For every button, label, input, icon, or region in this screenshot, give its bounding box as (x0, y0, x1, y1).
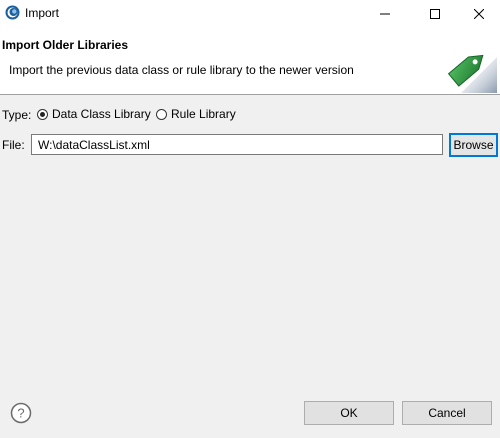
ok-button[interactable]: OK (304, 401, 394, 425)
minimize-button[interactable] (362, 0, 408, 28)
radio-unchecked-icon (156, 108, 167, 120)
help-icon[interactable]: ? (10, 402, 32, 424)
file-label: File: (2, 138, 25, 152)
type-label: Type: (2, 108, 32, 122)
window-title: Import (25, 6, 60, 20)
import-dialog: Import Import Older Libraries Import the… (0, 0, 500, 438)
close-button[interactable] (458, 0, 500, 28)
radio-label: Data Class Library (52, 107, 151, 121)
svg-text:?: ? (17, 406, 24, 421)
title-bar: Import (0, 0, 500, 28)
file-path-input[interactable] (31, 134, 443, 155)
close-icon (474, 9, 484, 19)
browse-button[interactable]: Browse (449, 133, 498, 157)
data-class-library-radio[interactable]: Data Class Library (37, 107, 151, 121)
wizard-banner: Import Older Libraries Import the previo… (0, 28, 500, 95)
radio-checked-icon (37, 108, 48, 120)
green-tag-icon (441, 41, 497, 93)
maximize-button[interactable] (412, 0, 458, 28)
banner-title: Import Older Libraries (2, 38, 129, 52)
rule-library-radio[interactable]: Rule Library (156, 107, 236, 121)
radio-label: Rule Library (171, 107, 236, 121)
cancel-button[interactable]: Cancel (402, 401, 492, 425)
eclipse-app-icon (5, 5, 20, 20)
banner-description: Import the previous data class or rule l… (9, 63, 354, 77)
